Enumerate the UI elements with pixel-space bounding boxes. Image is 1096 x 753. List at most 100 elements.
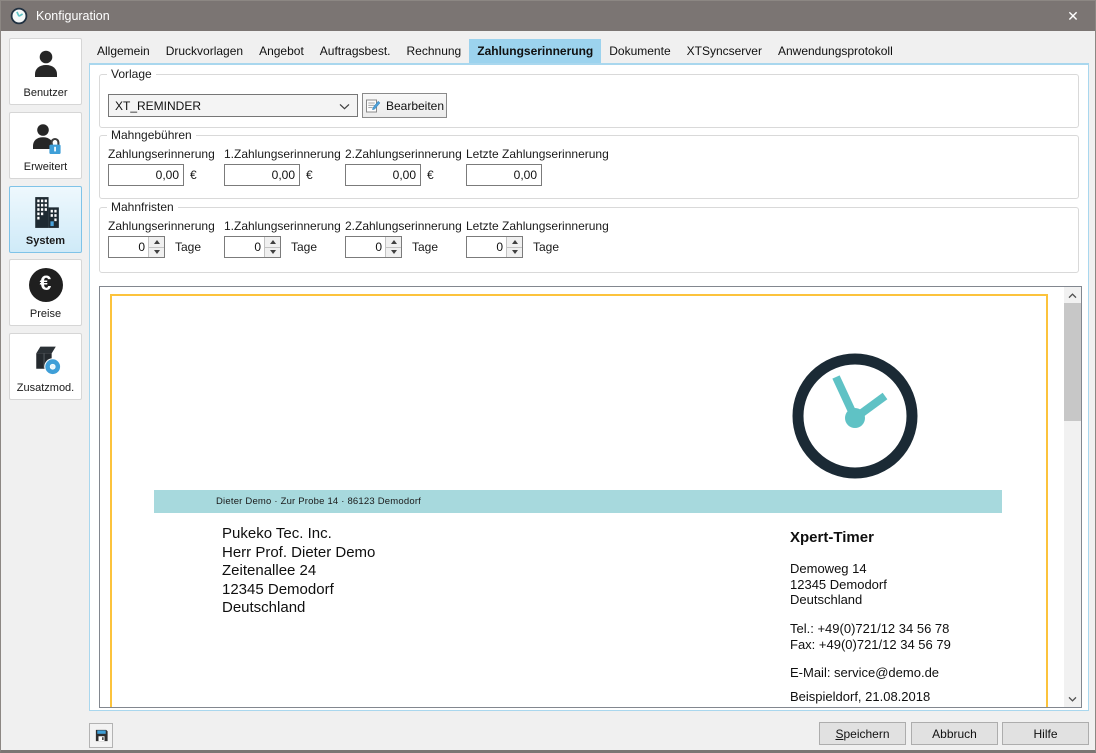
- fee-label: Zahlungserinnerung: [108, 147, 215, 161]
- tab-angebot[interactable]: Angebot: [251, 39, 312, 63]
- letter-page: Dieter Demo · Zur Probe 14 · 86123 Demod…: [110, 294, 1048, 708]
- sender-company-name: Xpert-Timer: [790, 529, 874, 546]
- recipient-address-block: Pukeko Tec. Inc. Herr Prof. Dieter Demo …: [222, 525, 375, 618]
- days-spinner-zahlungserinnerung: [108, 236, 165, 258]
- term-unit: Tage: [175, 240, 201, 254]
- fee-unit: €: [190, 168, 197, 182]
- floppy-disk-icon: [94, 728, 109, 743]
- chevron-down-icon: [339, 103, 350, 110]
- recipient-line: Pukeko Tec. Inc.: [222, 525, 375, 544]
- recipient-line: Herr Prof. Dieter Demo: [222, 544, 375, 563]
- days-input[interactable]: [467, 237, 506, 257]
- help-button[interactable]: Hilfe: [1002, 722, 1089, 745]
- spin-down-button[interactable]: [507, 248, 522, 258]
- recipient-line: 12345 Demodorf: [222, 581, 375, 600]
- edit-template-button[interactable]: Bearbeiten: [362, 93, 447, 118]
- tab-anwendungsprotokoll[interactable]: Anwendungsprotokoll: [770, 39, 901, 63]
- days-input[interactable]: [225, 237, 264, 257]
- cancel-button[interactable]: Abbruch: [911, 722, 998, 745]
- fee-input-letzte-zahlungserinnerung[interactable]: [466, 164, 542, 186]
- sidebar-item-erweitert[interactable]: Erweitert: [9, 112, 82, 179]
- fee-unit: €: [427, 168, 434, 182]
- sidebar-item-preise[interactable]: € Preise: [9, 259, 82, 326]
- company-clock-logo-icon: [789, 350, 921, 482]
- mahngebuehren-legend: Mahngebühren: [107, 128, 196, 142]
- spin-up-button[interactable]: [507, 237, 522, 248]
- fee-input-zahlungserinnerung[interactable]: [108, 164, 184, 186]
- sender-address-line: 12345 Demodorf: [790, 577, 887, 593]
- spin-down-button[interactable]: [386, 248, 401, 258]
- preview-scrollbar[interactable]: [1064, 287, 1081, 707]
- spin-down-button[interactable]: [265, 248, 280, 258]
- tab-zahlungserinnerung[interactable]: Zahlungserinnerung: [469, 39, 601, 63]
- template-select[interactable]: XT_REMINDER: [108, 94, 358, 117]
- sidebar-item-label: Zusatzmod.: [10, 382, 81, 394]
- days-spinner-letzte-zahlungserinnerung: [466, 236, 523, 258]
- edit-template-label: Bearbeiten: [386, 99, 444, 113]
- term-label: Letzte Zahlungserinnerung: [466, 219, 609, 233]
- tab-druckvorlagen[interactable]: Druckvorlagen: [158, 39, 251, 63]
- tab-rechnung[interactable]: Rechnung: [399, 39, 470, 63]
- tab-allgemein[interactable]: Allgemein: [89, 39, 158, 63]
- sender-fax-line: Fax: +49(0)721/12 34 56 79: [790, 637, 951, 653]
- app-clock-icon: [10, 7, 28, 25]
- sidebar-item-benutzer[interactable]: Benutzer: [9, 38, 82, 105]
- fee-label: Letzte Zahlungserinnerung: [466, 147, 609, 161]
- save-button-label: Speichern: [835, 727, 889, 741]
- tab-content-panel: Vorlage XT_REMINDER Bearbeite: [89, 63, 1089, 711]
- help-button-label: Hilfe: [1033, 727, 1057, 741]
- recipient-line: Deutschland: [222, 599, 375, 618]
- sidebar-item-label: Preise: [10, 308, 81, 320]
- configuration-window: Konfiguration ✕ Benutzer Erweitert: [0, 0, 1096, 753]
- sender-address-line: Demoweg 14: [790, 561, 887, 577]
- sidebar-item-label: System: [10, 235, 81, 247]
- fee-input-1-zahlungserinnerung[interactable]: [224, 164, 300, 186]
- days-input[interactable]: [109, 237, 148, 257]
- days-spinner-1-zahlungserinnerung: [224, 236, 281, 258]
- sidebar-item-system[interactable]: System: [9, 186, 82, 253]
- sidebar-item-label: Erweitert: [10, 161, 81, 173]
- save-tool-button[interactable]: [89, 723, 113, 748]
- template-preview-pane: Dieter Demo · Zur Probe 14 · 86123 Demod…: [99, 286, 1082, 708]
- scrollbar-thumb[interactable]: [1064, 303, 1081, 421]
- sender-tel-line: Tel.: +49(0)721/12 34 56 78: [790, 621, 951, 637]
- days-spinner-2-zahlungserinnerung: [345, 236, 402, 258]
- spin-up-button[interactable]: [149, 237, 164, 248]
- term-label: 1.Zahlungserinnerung: [224, 219, 341, 233]
- fee-unit: €: [306, 168, 313, 182]
- sidebar-item-zusatzmodule[interactable]: Zusatzmod.: [9, 333, 82, 400]
- fee-label: 2.Zahlungserinnerung: [345, 147, 462, 161]
- building-icon: [10, 192, 81, 232]
- edit-icon: [365, 98, 381, 114]
- tab-auftragsbest[interactable]: Auftragsbest.: [312, 39, 399, 63]
- cancel-button-label: Abbruch: [932, 727, 977, 741]
- close-icon[interactable]: ✕: [1051, 1, 1095, 31]
- vorlage-legend: Vorlage: [107, 67, 156, 81]
- euro-icon: €: [10, 265, 81, 305]
- sender-return-address-banner: Dieter Demo · Zur Probe 14 · 86123 Demod…: [154, 490, 1002, 513]
- scroll-down-icon[interactable]: [1064, 690, 1081, 707]
- save-button[interactable]: Speichern: [819, 722, 906, 745]
- term-unit: Tage: [533, 240, 559, 254]
- vorlage-groupbox: Vorlage XT_REMINDER Bearbeite: [99, 74, 1079, 128]
- sender-address-line: Deutschland: [790, 592, 887, 608]
- term-label: Zahlungserinnerung: [108, 219, 215, 233]
- days-input[interactable]: [346, 237, 385, 257]
- tab-xtsyncserver[interactable]: XTSyncserver: [679, 39, 770, 63]
- spin-up-button[interactable]: [265, 237, 280, 248]
- user-icon: [10, 44, 81, 84]
- fee-input-2-zahlungserinnerung[interactable]: [345, 164, 421, 186]
- mahnfristen-groupbox: Mahnfristen Zahlungserinnerung Tage 1.Za…: [99, 207, 1079, 273]
- scroll-up-icon[interactable]: [1064, 287, 1081, 304]
- window-title: Konfiguration: [36, 9, 110, 23]
- sender-address-block: Demoweg 14 12345 Demodorf Deutschland: [790, 561, 887, 608]
- title-bar: Konfiguration ✕: [1, 1, 1095, 31]
- fee-label: 1.Zahlungserinnerung: [224, 147, 341, 161]
- spin-up-button[interactable]: [386, 237, 401, 248]
- euro-glyph: €: [40, 272, 52, 296]
- sender-phone-block: Tel.: +49(0)721/12 34 56 78 Fax: +49(0)7…: [790, 621, 951, 652]
- term-label: 2.Zahlungserinnerung: [345, 219, 462, 233]
- spin-down-button[interactable]: [149, 248, 164, 258]
- template-select-value: XT_REMINDER: [115, 99, 201, 113]
- tab-dokumente[interactable]: Dokumente: [601, 39, 678, 63]
